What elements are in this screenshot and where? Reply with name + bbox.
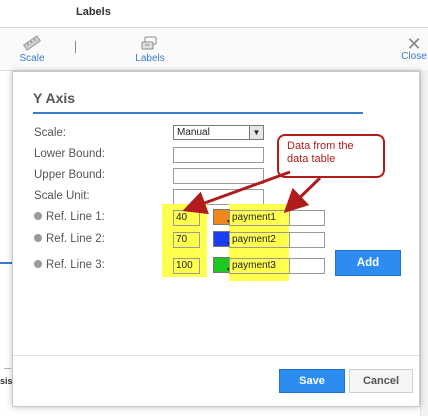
background-tick: —	[4, 365, 11, 372]
ref-line-2-color-picker[interactable]: ▾	[213, 231, 230, 247]
header-title: Labels	[76, 6, 111, 18]
scale-label: Scale:	[34, 127, 66, 139]
ref-line-1-value[interactable]: 40	[173, 210, 200, 226]
ref-line-2-value[interactable]: 70	[173, 232, 200, 248]
dialog-title: Y Axis	[33, 90, 76, 106]
ref-line-3-value[interactable]: 100	[173, 258, 200, 274]
ref-line-3-extra-input[interactable]	[289, 258, 325, 274]
scale-select[interactable]: Manual ▼	[173, 125, 264, 140]
ref-line-3-field[interactable]: payment3	[229, 258, 291, 274]
ref-line-2-extra-input[interactable]	[289, 232, 325, 248]
save-button[interactable]: Save	[279, 369, 345, 393]
labels-tool-label: Labels	[135, 53, 165, 64]
ref-line-3-color-picker[interactable]: ▾	[213, 257, 230, 273]
toolbar-divider	[75, 41, 76, 53]
background-chart-line	[0, 262, 12, 264]
scale-unit-input[interactable]	[173, 189, 264, 205]
labels-icon	[141, 36, 157, 50]
lower-bound-input[interactable]	[173, 147, 264, 163]
ruler-icon	[23, 35, 41, 51]
ref-line-1-field[interactable]: payment1	[229, 210, 291, 226]
ref-line-2-field[interactable]: payment2	[229, 232, 291, 248]
scale-tool-button[interactable]: Scale	[14, 35, 50, 64]
upper-bound-label: Upper Bound:	[34, 169, 105, 181]
bullet-icon	[34, 212, 42, 220]
ref-line-1-extra-input[interactable]	[289, 210, 325, 226]
scale-unit-label: Scale Unit:	[34, 190, 90, 202]
close-button[interactable]: ✕ Close	[400, 34, 428, 62]
add-button[interactable]: Add	[335, 250, 401, 276]
cancel-button[interactable]: Cancel	[349, 369, 413, 393]
labels-tool-button[interactable]: Labels	[130, 35, 170, 64]
title-divider	[33, 112, 363, 114]
y-axis-dialog: Y Axis Scale: Manual ▼ Lower Bound: Uppe…	[12, 71, 420, 407]
scale-select-value: Manual	[177, 127, 210, 138]
close-label: Close	[401, 51, 427, 62]
scale-tool-label: Scale	[19, 53, 45, 64]
toolbar: Scale Labels ✕ Close	[0, 28, 428, 71]
ref-line-2-label: Ref. Line 2:	[34, 233, 105, 245]
ref-line-3-label: Ref. Line 3:	[34, 259, 105, 271]
bullet-icon	[34, 260, 42, 268]
footer-divider	[13, 355, 419, 356]
background-scrollbar[interactable]	[420, 70, 428, 416]
ref-line-1-color-picker[interactable]: ▾	[213, 209, 230, 225]
background-axis-text: sis	[0, 376, 13, 386]
ref-line-1-label: Ref. Line 1:	[34, 211, 105, 223]
close-icon: ✕	[406, 34, 422, 54]
dropdown-arrow-icon[interactable]: ▼	[249, 126, 263, 139]
lower-bound-label: Lower Bound:	[34, 148, 105, 160]
bullet-icon	[34, 234, 42, 242]
app-header: Labels	[0, 0, 428, 28]
upper-bound-input[interactable]	[173, 168, 264, 184]
annotation-callout: Data from the data table	[277, 134, 385, 178]
